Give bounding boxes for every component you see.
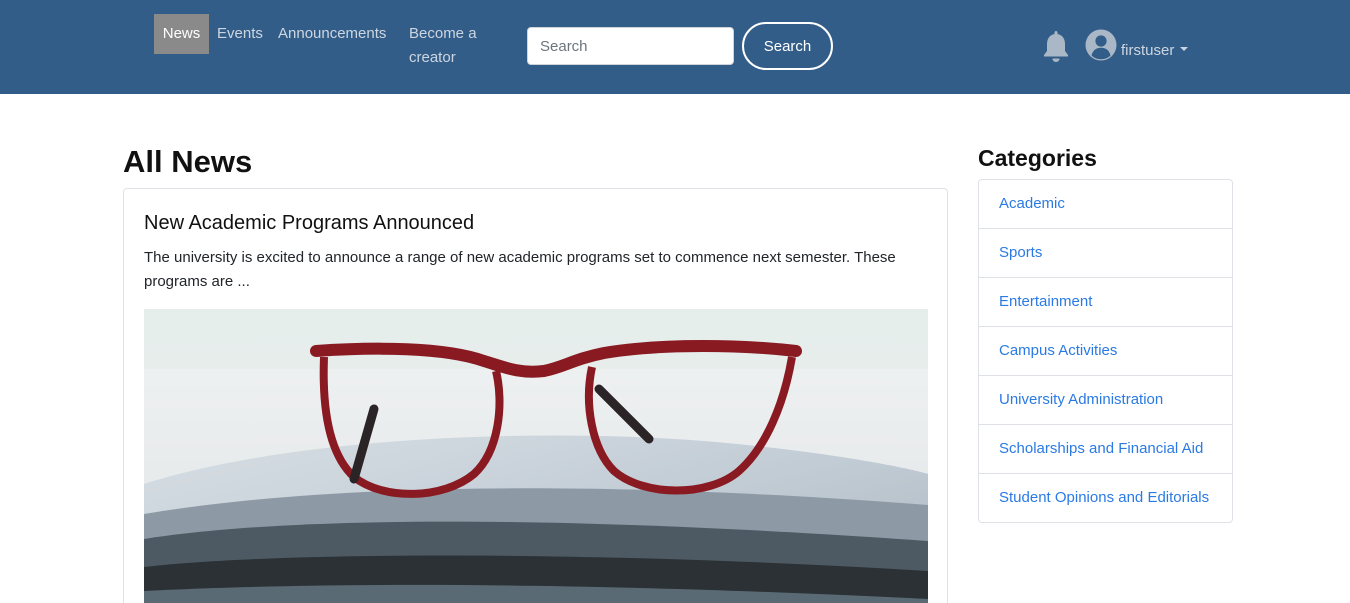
- nav-link-news[interactable]: News: [154, 14, 209, 54]
- category-entertainment[interactable]: Entertainment: [979, 278, 1232, 327]
- user-menu-dropdown[interactable]: firstuser: [1121, 40, 1189, 62]
- top-navbar: News Events Announcements Become a creat…: [0, 0, 1350, 94]
- categories-list: Academic Sports Entertainment Campus Act…: [978, 179, 1233, 523]
- page-title: All News: [123, 144, 253, 179]
- search-input[interactable]: [527, 27, 734, 65]
- nav-link-become-creator[interactable]: Become a creator: [409, 22, 499, 70]
- news-card-title[interactable]: New Academic Programs Announced: [144, 209, 474, 237]
- category-scholarships-financial-aid[interactable]: Scholarships and Financial Aid: [979, 425, 1232, 474]
- category-student-opinions-editorials[interactable]: Student Opinions and Editorials: [979, 474, 1232, 522]
- bell-icon[interactable]: [1040, 29, 1072, 63]
- news-card: New Academic Programs Announced The univ…: [123, 188, 948, 603]
- search-button[interactable]: Search: [742, 22, 833, 70]
- username-label: firstuser: [1121, 42, 1175, 59]
- nav-link-announcements[interactable]: Announcements: [278, 22, 386, 46]
- category-university-administration[interactable]: University Administration: [979, 376, 1232, 425]
- user-avatar-icon[interactable]: [1085, 29, 1117, 61]
- category-academic[interactable]: Academic: [979, 180, 1232, 229]
- category-campus-activities[interactable]: Campus Activities: [979, 327, 1232, 376]
- news-card-excerpt: The university is excited to announce a …: [144, 249, 896, 290]
- nav-link-events[interactable]: Events: [217, 22, 263, 46]
- caret-down-icon: [1180, 47, 1189, 52]
- category-sports[interactable]: Sports: [979, 229, 1232, 278]
- categories-title: Categories: [978, 145, 1097, 171]
- news-card-image: [144, 309, 928, 603]
